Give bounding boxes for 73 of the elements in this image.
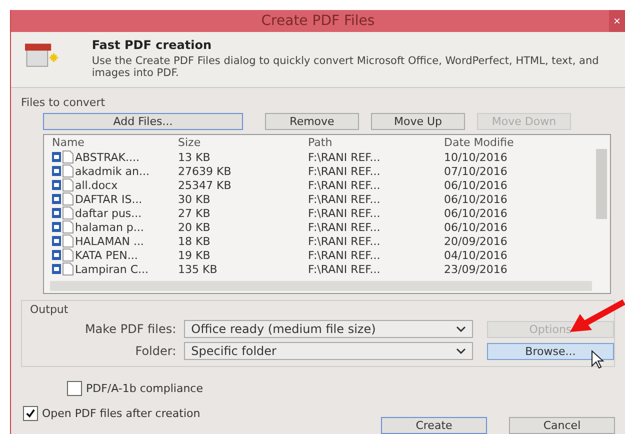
header-description: Use the Create PDF Files dialog to quickly convert Microsoft Office, WordPerfect, HTML, text, and images into PDF. — [92, 55, 600, 79]
file-name[interactable]: HALAMAN ... — [75, 234, 144, 248]
file-path: F:\RANI REF... — [308, 150, 382, 164]
file-name[interactable]: KATA PEN... — [75, 248, 138, 262]
file-path: F:\RANI REF... — [308, 234, 382, 248]
field-label: Make PDF files: — [84, 322, 178, 336]
section-label: Output — [30, 303, 70, 316]
document-icon — [52, 192, 74, 206]
checkbox-label[interactable]: Open PDF files after creation — [42, 407, 200, 420]
list-button[interactable]: Remove — [265, 113, 359, 130]
document-icon — [52, 234, 74, 248]
file-name[interactable]: daftar pus... — [75, 206, 142, 220]
file-date: 06/10/2016 — [444, 220, 508, 234]
file-path: F:\RANI REF... — [308, 192, 382, 206]
window-title: Create PDF Files — [261, 13, 375, 29]
file-path: F:\RANI REF... — [308, 248, 382, 262]
column-header[interactable]: Path — [308, 136, 444, 149]
column-header[interactable]: Size — [178, 136, 308, 149]
file-size: 30 KB — [178, 192, 212, 206]
file-size: 135 KB — [178, 262, 218, 276]
file-size: 13 KB — [178, 150, 212, 164]
file-date: 04/10/2016 — [444, 248, 508, 262]
mouse-cursor-icon — [591, 350, 605, 370]
document-icon — [52, 164, 74, 178]
dropdown-field[interactable]: Office ready (medium file size) — [184, 320, 473, 338]
browse-button[interactable]: Browse... — [486, 342, 614, 360]
file-size: 27639 KB — [178, 164, 232, 178]
file-date: 07/10/2016 — [444, 164, 508, 178]
file-name[interactable]: DAFTAR IS... — [75, 192, 142, 206]
document-icon — [52, 178, 74, 192]
document-icon — [52, 220, 74, 234]
dropdown-field[interactable]: Specific folder — [184, 342, 473, 360]
column-header[interactable]: Name — [52, 136, 178, 149]
dialog-button[interactable]: Cancel — [509, 417, 615, 434]
list-button[interactable]: Move Up — [371, 113, 465, 130]
file-name[interactable]: akadmik an... — [75, 164, 150, 178]
file-date: 10/10/2016 — [444, 150, 508, 164]
file-size: 19 KB — [178, 248, 212, 262]
file-size: 27 KB — [178, 206, 212, 220]
file-path: F:\RANI REF... — [308, 220, 382, 234]
dialog-button[interactable]: Create — [381, 417, 487, 434]
file-name[interactable]: all.docx — [75, 178, 118, 192]
file-name[interactable]: ABSTRAK.... — [75, 150, 140, 164]
checkbox[interactable] — [67, 381, 82, 396]
document-icon — [52, 150, 74, 164]
list-button[interactable]: Add Files... — [43, 113, 243, 130]
file-date: 23/09/2016 — [444, 262, 508, 276]
checkbox-label[interactable]: PDF/A-1b compliance — [86, 382, 203, 395]
file-name[interactable]: halaman p... — [75, 220, 144, 234]
file-path: F:\RANI REF... — [308, 178, 382, 192]
chevron-icon — [456, 326, 466, 332]
chevron-icon — [456, 348, 466, 354]
file-path: F:\RANI REF... — [308, 206, 382, 220]
header-title: Fast PDF creation — [92, 38, 212, 52]
file-date: 06/10/2016 — [444, 178, 508, 192]
file-size: 25347 KB — [178, 178, 232, 192]
column-header[interactable]: Date Modifie — [444, 136, 564, 149]
file-size: 20 KB — [178, 220, 212, 234]
document-icon — [52, 206, 74, 220]
checkbox[interactable] — [23, 406, 38, 421]
horizontal-scrollbar[interactable] — [50, 281, 592, 291]
document-icon — [52, 248, 74, 262]
file-date: 06/10/2016 — [444, 192, 508, 206]
file-date: 06/10/2016 — [444, 206, 508, 220]
document-icon — [52, 262, 74, 276]
file-path: F:\RANI REF... — [308, 262, 382, 276]
close-button[interactable]: × — [609, 10, 625, 32]
field-label: Folder: — [134, 344, 178, 358]
section-label: Files to convert — [21, 96, 106, 109]
file-path: F:\RANI REF... — [308, 164, 382, 178]
file-size: 18 KB — [178, 234, 212, 248]
file-name[interactable]: Lampiran C... — [75, 262, 149, 276]
file-date: 20/09/2016 — [444, 234, 508, 248]
